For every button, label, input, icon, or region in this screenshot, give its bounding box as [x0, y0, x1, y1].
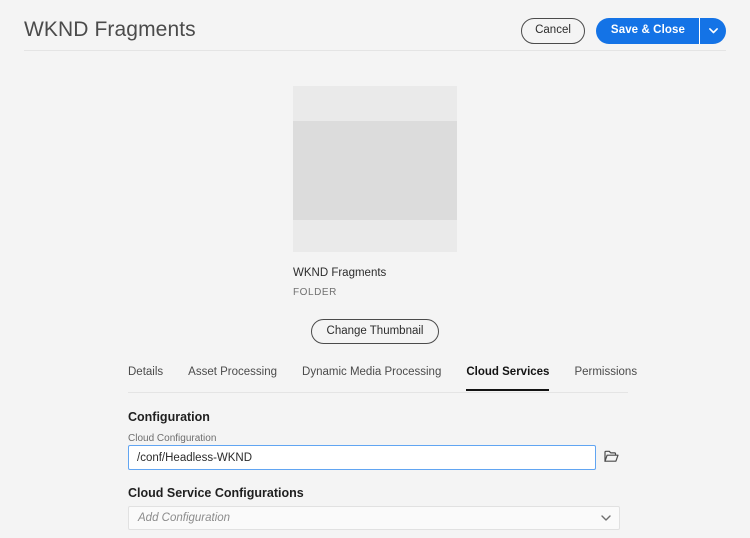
chevron-down-icon: [601, 515, 611, 521]
tab-dynamic-media-processing-label: Dynamic Media Processing: [302, 366, 442, 378]
save-and-close-button[interactable]: Save & Close: [595, 18, 699, 44]
add-configuration-select[interactable]: Add Configuration: [128, 506, 620, 530]
asset-thumbnail-block: WKND Fragments FOLDER: [293, 86, 457, 299]
cloud-configuration-input[interactable]: [128, 445, 597, 470]
change-thumbnail-label: Change Thumbnail: [326, 324, 424, 337]
save-options-button[interactable]: [699, 18, 726, 44]
cancel-button-label: Cancel: [535, 24, 571, 37]
save-and-close-label: Save & Close: [610, 24, 685, 37]
folder-icon: [603, 450, 619, 466]
change-thumbnail-button[interactable]: Change Thumbnail: [310, 319, 440, 344]
tab-permissions-label: Permissions: [574, 366, 638, 378]
asset-type: FOLDER: [293, 287, 337, 298]
cloud-service-configurations-heading: Cloud Service Configurations: [128, 486, 304, 500]
tab-details-label: Details: [128, 366, 164, 378]
chevron-down-icon: [708, 28, 718, 34]
tab-cloud-services[interactable]: Cloud Services: [466, 365, 550, 391]
asset-name: WKND Fragments: [293, 267, 387, 279]
tab-cloud-services-label: Cloud Services: [466, 366, 550, 378]
tab-asset-processing-label: Asset Processing: [188, 366, 278, 378]
cloud-configuration-row: [128, 445, 622, 470]
header-divider: [24, 50, 726, 51]
page-title: WKND Fragments: [24, 18, 196, 41]
tab-permissions[interactable]: Permissions: [574, 365, 637, 391]
header-actions: Cancel Save & Close: [521, 18, 726, 44]
change-thumbnail-row: Change Thumbnail: [0, 319, 750, 344]
browse-configuration-button[interactable]: [600, 445, 622, 470]
add-configuration-row: Add Configuration: [128, 506, 620, 530]
page-header: WKND Fragments Cancel Save & Close: [0, 0, 750, 51]
configuration-heading: Configuration: [128, 410, 210, 424]
add-configuration-placeholder: Add Configuration: [138, 511, 231, 524]
save-and-close-split-button: Save & Close: [595, 18, 726, 44]
tab-dynamic-media-processing[interactable]: Dynamic Media Processing: [302, 365, 441, 391]
cancel-button[interactable]: Cancel: [521, 18, 585, 44]
tab-details[interactable]: Details: [128, 365, 163, 391]
cloud-configuration-label: Cloud Configuration: [128, 433, 217, 444]
tab-bar-divider: [128, 392, 628, 393]
thumbnail-preview: [293, 86, 457, 252]
tab-bar: Details Asset Processing Dynamic Media P…: [128, 365, 637, 393]
thumbnail-image-band: [293, 121, 457, 220]
tab-asset-processing[interactable]: Asset Processing: [188, 365, 277, 391]
